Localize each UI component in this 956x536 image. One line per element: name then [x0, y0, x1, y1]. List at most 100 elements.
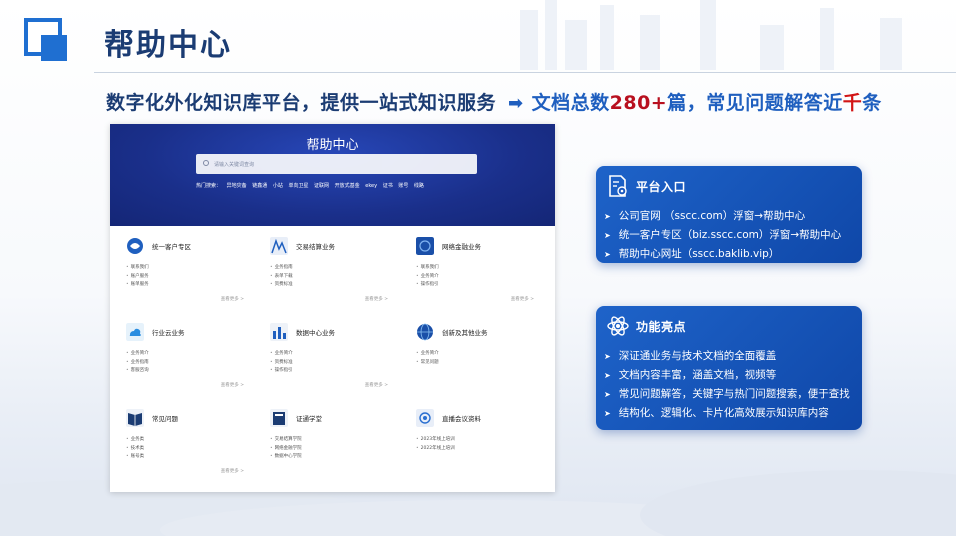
list-item: ➤ 公司官网 （sscc.com）浮窗→帮助中心 — [604, 207, 841, 226]
card-academy[interactable]: 证通学堂 交易结算学院 网络金融学院 数据中心学院 — [270, 408, 410, 492]
card-link[interactable]: 账户服务 — [126, 273, 266, 282]
list-item: ➤ 帮助中心网址（sscc.baklib.vip） — [604, 245, 841, 264]
hot-term[interactable]: 开放式基金 — [335, 183, 360, 189]
feature-item-text: 结构化、逻辑化、卡片化高效展示知识库内容 — [618, 407, 829, 419]
swirl-logo-icon — [127, 238, 143, 254]
card-title: 行业云业务 — [152, 329, 185, 337]
page-title: 帮助中心 — [104, 28, 232, 63]
card-network-finance[interactable]: 网络金融业务 联系我们 业务简介 操作指引 查看更多 > — [416, 236, 555, 320]
card-link[interactable]: 联系我们 — [126, 264, 266, 273]
title-divider — [94, 72, 956, 73]
list-item: ➤ 文档内容丰富，涵盖文档，视频等 — [604, 366, 850, 385]
search-input[interactable]: 请输入关键词查询 — [196, 154, 477, 174]
card-link[interactable]: 操作指引 — [270, 367, 410, 376]
card-link[interactable]: 技术类 — [126, 445, 266, 454]
feature-list: ➤ 深证通业务与技术文档的全面覆盖 ➤ 文档内容丰富，涵盖文档，视频等 ➤ 常见问题解… — [604, 347, 850, 423]
book-icon — [126, 409, 144, 427]
hot-search-bar: 热门搜索： 异地灾备 链鑫通 小站 单向卫星 证联网 开放式基金 ekey 证书… — [196, 182, 428, 189]
card-link[interactable]: 操作指引 — [416, 281, 555, 290]
card-title: 网络金融业务 — [442, 243, 481, 251]
platform-entry-panel: 平台入口 ➤ 公司官网 （sscc.com）浮窗→帮助中心 ➤ 统一客户专区（biz… — [596, 166, 862, 263]
card-link[interactable]: 客服咨询 — [126, 367, 266, 376]
card-title: 证通学堂 — [296, 415, 322, 423]
feature-item-text: 常见问题解答，关键字与热门问题搜索，便于查找 — [618, 388, 850, 400]
headline-stat-red: 千 — [842, 92, 863, 114]
hot-term[interactable]: 单向卫星 — [288, 183, 308, 189]
help-center-screenshot: 帮助中心 请输入关键词查询 热门搜索： 异地灾备 链鑫通 小站 单向卫星 证联网… — [110, 124, 555, 492]
card-link[interactable]: 常见问题 — [416, 359, 555, 368]
card-link[interactable]: 业务类 — [126, 436, 266, 445]
brand-square-logo — [24, 18, 70, 64]
card-link[interactable]: 联系我们 — [416, 264, 555, 273]
card-link[interactable]: 账单服务 — [126, 281, 266, 290]
card-link[interactable]: 业务指南 — [126, 359, 266, 368]
view-more-link[interactable]: 查看更多 > — [221, 296, 244, 302]
card-faq[interactable]: 常见问题 业务类 技术类 账号类 查看更多 > — [126, 408, 266, 492]
card-innovation[interactable]: 创新及其他业务 业务简介 常见问题 — [416, 322, 555, 406]
help-hero: 帮助中心 请输入关键词查询 热门搜索： 异地灾备 链鑫通 小站 单向卫星 证联网… — [110, 124, 555, 226]
bar-chart-icon — [270, 323, 288, 341]
headline-stat-a: 文档总数 — [531, 92, 610, 114]
hot-term[interactable]: 证书 — [383, 183, 393, 189]
list-item: ➤ 结构化、逻辑化、卡片化高效展示知识库内容 — [604, 404, 850, 423]
card-link[interactable]: 表单下载 — [270, 273, 410, 282]
card-link[interactable]: 业务简介 — [270, 350, 410, 359]
hot-term[interactable]: 异地灾备 — [227, 183, 247, 189]
hot-term[interactable]: 小站 — [273, 183, 283, 189]
feature-item-text: 文档内容丰富，涵盖文档，视频等 — [618, 369, 777, 381]
arrow-right-icon: ➡ — [508, 93, 524, 114]
network-finance-icon — [416, 237, 434, 255]
feature-item-text: 深证通业务与技术文档的全面覆盖 — [618, 350, 777, 362]
card-link[interactable]: 业务简介 — [126, 350, 266, 359]
card-title: 统一客户专区 — [152, 243, 191, 251]
card-live-meeting[interactable]: 直播会议资料 2023年线上培训 2022年线上培训 — [416, 408, 555, 492]
hot-term[interactable]: 证联网 — [314, 183, 329, 189]
list-item: ➤ 深证通业务与技术文档的全面覆盖 — [604, 347, 850, 366]
card-link[interactable]: 资费标准 — [270, 281, 410, 290]
feature-highlights-panel: 功能亮点 ➤ 深证通业务与技术文档的全面覆盖 ➤ 文档内容丰富，涵盖文档，视频等 ➤… — [596, 306, 862, 430]
card-link[interactable]: 2023年线上培训 — [416, 436, 555, 445]
card-link[interactable]: 2022年线上培训 — [416, 445, 555, 454]
hot-term[interactable]: ekey — [365, 183, 377, 189]
chevron-right-icon: ➤ — [604, 352, 611, 361]
view-more-link[interactable]: 查看更多 > — [221, 468, 244, 474]
search-placeholder: 请输入关键词查询 — [214, 162, 255, 168]
card-industry-cloud[interactable]: 行业云业务 业务简介 业务指南 客服咨询 查看更多 > — [126, 322, 266, 406]
chevron-right-icon: ➤ — [604, 250, 611, 259]
hero-title: 帮助中心 — [306, 138, 359, 153]
card-data-center[interactable]: 数据中心业务 业务简介 资费标准 操作指引 查看更多 > — [270, 322, 410, 406]
headline-lead: 数字化外化知识库平台，提供一站式知识服务 — [106, 92, 497, 114]
card-title: 创新及其他业务 — [442, 329, 488, 337]
card-title: 数据中心业务 — [296, 329, 335, 337]
card-link[interactable]: 账号类 — [126, 453, 266, 462]
card-link[interactable]: 数据中心学院 — [270, 453, 410, 462]
entry-list: ➤ 公司官网 （sscc.com）浮窗→帮助中心 ➤ 统一客户专区（biz.sscc… — [604, 207, 841, 264]
card-trade-settlement[interactable]: 交易结算业务 业务指南 表单下载 资费标准 查看更多 > — [270, 236, 410, 320]
view-more-link[interactable]: 查看更多 > — [511, 296, 534, 302]
card-title: 常见问题 — [152, 415, 178, 423]
panel-title: 平台入口 — [636, 179, 687, 194]
hot-term[interactable]: 线路 — [414, 183, 424, 189]
chevron-right-icon: ➤ — [604, 390, 611, 399]
live-broadcast-icon — [416, 409, 434, 427]
card-link[interactable]: 业务简介 — [416, 350, 555, 359]
view-more-link[interactable]: 查看更多 > — [365, 382, 388, 388]
card-link[interactable]: 业务简介 — [416, 273, 555, 282]
list-item: ➤ 统一客户专区（biz.sscc.com）浮窗→帮助中心 — [604, 226, 841, 245]
view-more-link[interactable]: 查看更多 > — [365, 296, 388, 302]
card-link[interactable]: 交易结算学院 — [270, 436, 410, 445]
card-link[interactable]: 业务指南 — [270, 264, 410, 273]
chevron-right-icon: ➤ — [604, 409, 611, 418]
entry-item-text: 帮助中心网址（sscc.baklib.vip） — [618, 248, 780, 260]
view-more-link[interactable]: 查看更多 > — [221, 382, 244, 388]
headline-stat-c: 条 — [862, 92, 882, 114]
hot-term[interactable]: 账号 — [398, 183, 408, 189]
card-link[interactable]: 网络金融学院 — [270, 445, 410, 454]
cloud-icon — [126, 323, 144, 341]
card-unified-client[interactable]: 统一客户专区 联系我们 账户服务 账单服务 查看更多 > — [126, 236, 266, 320]
headline-stat-number: 280+ — [609, 92, 668, 114]
card-link[interactable]: 资费标准 — [270, 359, 410, 368]
hot-term[interactable]: 链鑫通 — [252, 183, 267, 189]
headline: 数字化外化知识库平台，提供一站式知识服务 ➡ 文档总数280+篇，常见问题解答近千条 — [106, 88, 882, 115]
entry-item-text: 统一客户专区（biz.sscc.com）浮窗→帮助中心 — [618, 229, 842, 241]
